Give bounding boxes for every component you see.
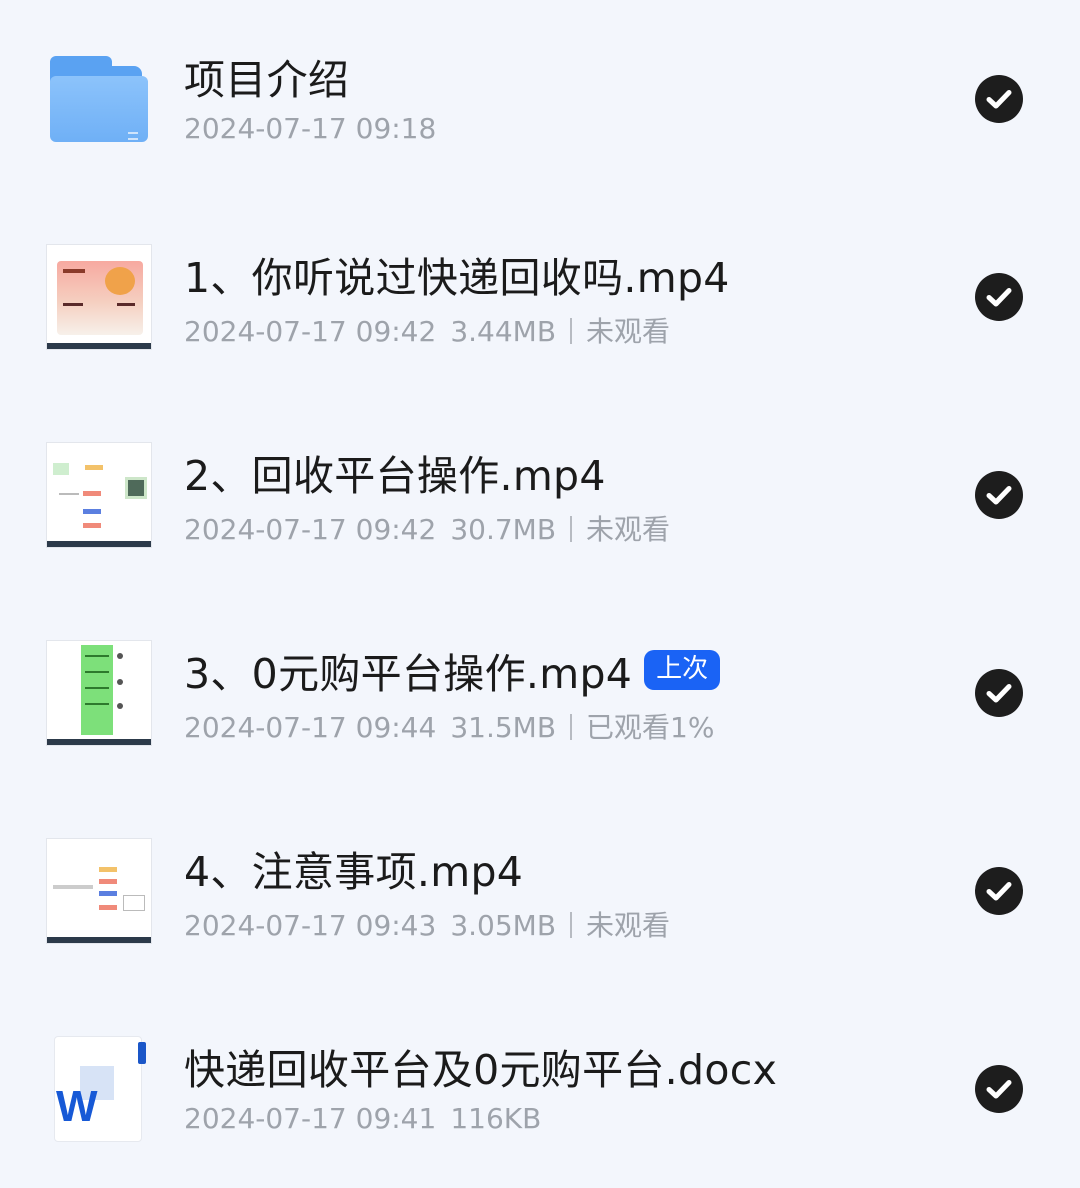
watch-status: 已观看1%: [586, 711, 715, 744]
file-name: 项目介绍: [184, 56, 350, 104]
list-item-video[interactable]: 3、0元购平台操作.mp4 上次 2024-07-17 09:44 31.5MB 已…: [0, 594, 1080, 792]
file-meta: 2024-07-17 09:18: [184, 112, 436, 145]
list-item-video[interactable]: 4、注意事项.mp4 2024-07-17 09:43 3.05MB 未观看: [0, 792, 1080, 990]
file-meta: 2024-07-17 09:41 116KB: [184, 1102, 541, 1135]
file-name: 快递回收平台及0元购平台.docx: [184, 1046, 778, 1094]
file-meta: 2024-07-17 09:43 3.05MB 未观看: [184, 904, 670, 944]
check-icon[interactable]: [975, 867, 1023, 915]
watch-status: 未观看: [586, 315, 671, 348]
word-doc-icon: W: [46, 1036, 152, 1142]
file-size: 116KB: [450, 1102, 542, 1135]
video-thumbnail: [46, 640, 152, 746]
file-date: 2024-07-17 09:42: [184, 513, 437, 546]
file-meta: 2024-07-17 09:42 30.7MB 未观看: [184, 508, 670, 548]
list-item-document[interactable]: W 快递回收平台及0元购平台.docx 2024-07-17 09:41 116K…: [0, 990, 1080, 1188]
video-thumbnail: [46, 838, 152, 944]
divider: [570, 516, 573, 542]
file-meta: 2024-07-17 09:42 3.44MB 未观看: [184, 310, 670, 350]
file-size: 31.5MB: [450, 711, 557, 744]
file-date: 2024-07-17 09:43: [184, 909, 437, 942]
check-icon[interactable]: [975, 1065, 1023, 1113]
check-icon[interactable]: [975, 75, 1023, 123]
file-name: 4、注意事项.mp4: [184, 848, 524, 896]
check-icon[interactable]: [975, 471, 1023, 519]
video-thumbnail: [46, 442, 152, 548]
watch-status: 未观看: [586, 513, 671, 546]
file-name: 3、0元购平台操作.mp4: [184, 650, 633, 698]
check-icon[interactable]: [975, 273, 1023, 321]
list-item-folder[interactable]: 项目介绍 2024-07-17 09:18: [0, 0, 1080, 198]
list-item-video[interactable]: 1、你听说过快递回收吗.mp4 2024-07-17 09:42 3.44MB 未观…: [0, 198, 1080, 396]
file-size: 3.05MB: [450, 909, 557, 942]
divider: [570, 912, 573, 938]
folder-icon: [46, 46, 152, 152]
file-date: 2024-07-17 09:18: [184, 112, 437, 145]
file-name: 2、回收平台操作.mp4: [184, 452, 606, 500]
file-date: 2024-07-17 09:41: [184, 1102, 437, 1135]
file-size: 30.7MB: [450, 513, 557, 546]
file-name: 1、你听说过快递回收吗.mp4: [184, 254, 730, 302]
list-item-video[interactable]: 2、回收平台操作.mp4 2024-07-17 09:42 30.7MB 未观看: [0, 396, 1080, 594]
file-list: 项目介绍 2024-07-17 09:18 1、你听说过快递回收吗.mp4 20…: [0, 0, 1080, 1179]
last-played-badge: 上次: [644, 650, 721, 690]
video-thumbnail: [46, 244, 152, 350]
file-size: 3.44MB: [450, 315, 557, 348]
check-icon[interactable]: [975, 669, 1023, 717]
divider: [570, 714, 573, 740]
file-date: 2024-07-17 09:44: [184, 711, 437, 744]
file-meta: 2024-07-17 09:44 31.5MB 已观看1%: [184, 706, 714, 746]
watch-status: 未观看: [586, 909, 671, 942]
file-date: 2024-07-17 09:42: [184, 315, 437, 348]
divider: [570, 318, 573, 344]
